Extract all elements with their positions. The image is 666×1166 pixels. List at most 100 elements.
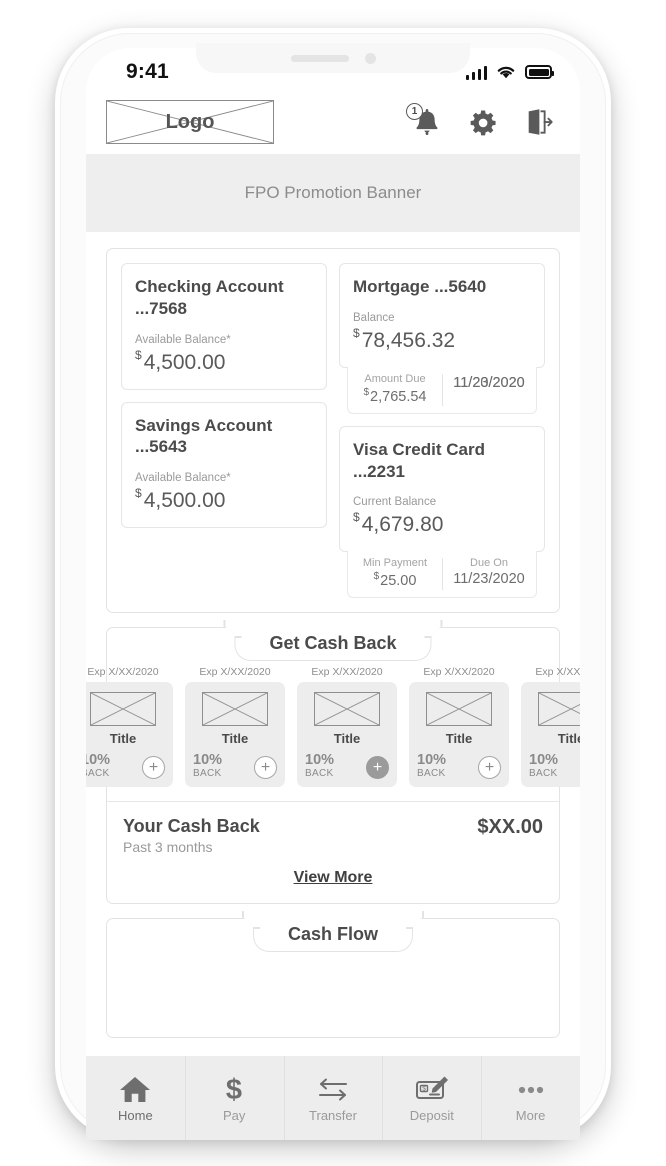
notifications-bell-button[interactable]: 1 [406,103,442,138]
offer-inner: Title 10% BACK + [185,682,285,788]
account-footer-mortgage: Amount Due $2,765.54 11/20/2020 11/20/20… [347,366,537,414]
offer-image-placeholder [314,692,380,727]
footer-label: Amount Due [364,372,426,385]
offer-inner: Title 10% BACK + [297,682,397,788]
account-balance-amount: $4,500.00 [135,348,313,375]
cash-flow-tab-title: Cash Flow [287,924,379,945]
svg-text:$: $ [226,1074,242,1104]
tab-pay[interactable]: $ Pay [184,1056,284,1140]
cash-flow-tab-header[interactable]: Cash Flow [252,918,414,953]
currency-symbol: $ [135,486,142,500]
settings-gear-button[interactable] [468,106,498,138]
amount-value: 4,679.80 [361,513,444,537]
front-camera [364,52,376,64]
left-column-spacer [121,540,327,598]
account-footer-visa: Min Payment $25.00 Due On 11/23/2020 [347,551,537,599]
accounts-right-column: Mortgage ...5640 Balance $78,456.32 Amou… [339,263,545,599]
phone-notch [196,43,470,73]
tab-label: Pay [222,1107,246,1123]
dollar-sign-icon: $ [226,1074,242,1104]
footer-label: Due On [470,557,508,570]
svg-text:$: $ [422,1085,426,1092]
offer-add-button[interactable]: + [142,756,165,780]
offer-inner: Title 10% BACK + [86,682,173,788]
status-time: 9:41 [126,60,169,83]
cash-back-summary-text: Your Cash Back Past 3 months [123,816,260,855]
logout-button[interactable] [524,106,554,138]
cash-flow-panel: Cash Flow [106,918,560,1039]
promo-banner[interactable]: FPO Promotion Banner [86,154,580,232]
image-cross-lines [315,693,379,726]
date-layer-2: 11/23/2020 [453,374,525,391]
currency-symbol: $ [353,325,360,340]
cash-back-panel: Get Cash Back Exp X/XX/2020 Title 0% ACK… [86,627,580,905]
notification-badge: 1 [406,103,423,120]
account-balance-amount: $78,456.32 [353,326,531,353]
offer-add-button[interactable]: + [254,756,277,780]
offer-title: Title [333,731,361,747]
cash-back-offer-card[interactable]: Exp X/XX/2020 Title [297,666,397,788]
offer-bottom-row: 10% BACK + [193,753,277,780]
amount-value: 4,500.00 [143,489,226,512]
offer-expiry: Exp X/XX/2020 [199,666,271,679]
view-more-link[interactable]: View More [123,869,543,887]
footer-cell-min-payment: Min Payment $25.00 [348,551,442,597]
account-card-visa[interactable]: Visa Credit Card ...2231 Current Balance… [339,425,545,553]
tab-label: Home [118,1107,153,1123]
tab-deposit[interactable]: $ Deposit [382,1056,481,1140]
offer-back-label: BACK [305,768,334,780]
account-balance-label: Available Balance* [135,472,231,484]
tab-label: Transfer [309,1107,357,1123]
bottom-tab-bar: Home $ Pay Transfer $ Deposit More [86,1056,580,1140]
offer-expiry: Exp X/XX/2020 [87,666,159,679]
account-balance-label: Available Balance* [135,333,231,346]
offer-bottom-row: 10% BACK + [86,753,165,780]
account-group-visa: Visa Credit Card ...2231 Current Balance… [339,425,545,599]
offer-image-placeholder [538,692,580,727]
cash-back-offer-card[interactable]: Exp X/XX/2020 Title [409,666,509,788]
offer-percent-group: 10% BACK [529,753,558,780]
account-card-savings[interactable]: Savings Account ...5643 Available Balanc… [121,401,327,528]
cash-back-tab-title: Get Cash Back [269,633,397,654]
cash-back-offer-card[interactable]: Exp X/XX/2020 Title [185,666,285,788]
main-scroll-area[interactable]: Checking Account ...7568 Available Balan… [86,232,580,1140]
offer-percent-group: 10% BACK [86,753,110,780]
account-title: Mortgage ...5640 [353,277,487,296]
offer-percent: 10% [417,752,447,769]
offer-inner: Title 10% BACK + [521,682,580,788]
tab-transfer[interactable]: Transfer [283,1056,383,1140]
phone-screen: 9:41 Logo 1 FPO Promotion Banner Checkin… [86,48,580,1140]
cash-back-offer-card[interactable]: Exp X/XX/2020 Title [521,666,580,788]
offer-bottom-row: 10% BACK + [305,753,389,780]
cash-back-summary-title: Your Cash Back [123,816,260,837]
account-card-checking[interactable]: Checking Account ...7568 Available Balan… [121,263,327,390]
offer-title: Title [109,731,137,747]
cash-back-tab-header[interactable]: Get Cash Back [234,627,432,662]
offer-title: Title [221,731,249,747]
app-header: Logo 1 [86,90,580,154]
offer-back-label: BACK [86,768,110,780]
offer-back-label: BACK [417,768,446,780]
image-cross-lines [203,693,267,726]
footer-cell-amount-due: Amount Due $2,765.54 [348,367,442,413]
earpiece-speaker [290,54,349,62]
tab-more[interactable]: More [481,1056,580,1140]
tab-home[interactable]: Home [86,1056,185,1140]
offer-percent-group: 10% BACK [305,753,334,780]
home-icon [120,1076,151,1102]
cash-back-summary-row: Your Cash Back Past 3 months $XX.00 [123,816,543,855]
offer-expiry: Exp X/XX/2020 [311,666,383,679]
image-cross-lines [427,693,491,726]
offer-expiry: Exp X/XX/2020 [535,666,580,679]
cash-back-carousel[interactable]: Exp X/XX/2020 Title 0% ACK + Exp X/XX/20… [86,666,580,788]
footer-cell-due-on: Due On 11/23/2020 [442,551,536,597]
footer-value: $25.00 [352,571,438,589]
cash-back-offer-card[interactable]: Exp X/XX/2020 Title [86,666,173,788]
logout-door-icon [528,109,553,135]
footer-value: 11/23/2020 [453,571,525,588]
account-card-mortgage[interactable]: Mortgage ...5640 Balance $78,456.32 [339,263,545,368]
offer-add-button[interactable]: + [478,756,501,780]
offer-add-button-selected[interactable]: + [366,756,389,780]
amount-value: 4,500.00 [143,350,226,374]
footer-value: $2,765.54 [352,387,438,405]
